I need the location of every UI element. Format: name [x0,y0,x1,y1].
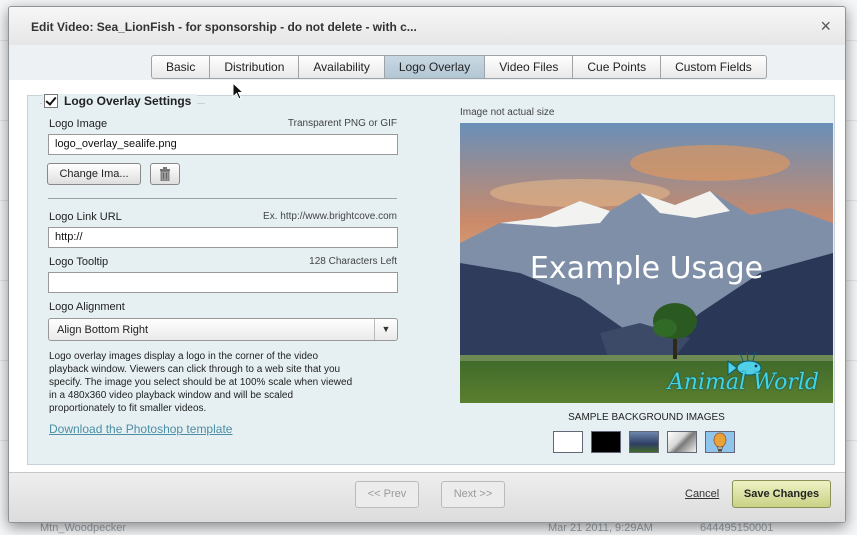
logo-image-label: Logo Image [49,118,108,130]
tab-availability[interactable]: Availability [298,55,385,79]
logo-alignment-value: Align Bottom Right [57,324,149,336]
animal-world-logo: Animal World [667,370,819,395]
dialog-footer: << Prev Next >> Cancel Save Changes [9,472,845,522]
logo-overlay-panel: Logo Overlay Settings Logo Image Transpa… [27,94,835,465]
preview-note: Image not actual size [460,107,555,118]
cancel-link[interactable]: Cancel [685,488,719,500]
logo-link-url-hint: Ex. http://www.brightcove.com [263,211,397,222]
hot-air-balloon-icon [713,432,727,452]
example-usage-preview: Example Usage Animal World [460,123,833,403]
dialog-titlebar: Edit Video: Sea_LionFish - for sponsorsh… [9,7,845,46]
legend-label: Logo Overlay Settings [64,94,192,108]
logo-link-url-field[interactable]: http:// [48,227,398,248]
close-icon[interactable]: × [820,16,831,37]
next-button[interactable]: Next >> [441,481,505,508]
chevron-down-icon[interactable]: ▼ [374,319,397,340]
fieldset-legend: Logo Overlay Settings [42,94,198,108]
bg-row-date: Mar 21 2011, 9:29AM [548,522,653,534]
tab-cue-points[interactable]: Cue Points [572,55,662,79]
sample-bg-balloon[interactable] [705,431,735,453]
logo-overlay-enabled-checkbox[interactable] [44,94,58,108]
example-usage-text: Example Usage [529,251,764,286]
tab-custom-fields[interactable]: Custom Fields [660,55,767,79]
section-divider [48,198,397,199]
mouse-pointer-icon [232,82,244,100]
sample-bg-sketch[interactable] [667,431,697,453]
trash-icon [160,167,170,182]
tab-video-files[interactable]: Video Files [484,55,574,79]
tab-list: Basic Distribution Availability Logo Ove… [151,55,767,79]
tab-bar: Basic Distribution Availability Logo Ove… [9,45,845,80]
sample-bg-black[interactable] [591,431,621,453]
dialog-title: Edit Video: Sea_LionFish - for sponsorsh… [31,20,417,34]
tab-distribution[interactable]: Distribution [209,55,300,79]
save-changes-button[interactable]: Save Changes [732,480,831,508]
bg-row-id: 644495150001 [700,522,774,534]
logo-tooltip-field[interactable] [48,272,398,293]
logo-tooltip-hint: 128 Characters Left [309,256,397,267]
logo-alignment-select[interactable]: Align Bottom Right ▼ [48,318,398,341]
logo-image-hint: Transparent PNG or GIF [287,118,397,129]
sample-bg-landscape[interactable] [629,431,659,453]
change-image-button[interactable]: Change Ima... [47,163,141,185]
download-photoshop-template-link[interactable]: Download the Photoshop template [49,422,232,436]
logo-overlay-description: Logo overlay images display a logo in th… [49,351,353,414]
sample-backgrounds-label: SAMPLE BACKGROUND IMAGES [568,412,725,423]
logo-image-field[interactable]: logo_overlay_sealife.png [48,134,398,155]
prev-button[interactable]: << Prev [355,481,419,508]
delete-image-button[interactable] [150,163,180,185]
edit-video-dialog: Edit Video: Sea_LionFish - for sponsorsh… [8,6,846,523]
logo-link-url-label: Logo Link URL [49,211,122,223]
logo-tooltip-label: Logo Tooltip [49,256,109,268]
logo-alignment-label: Logo Alignment [49,301,125,313]
tab-logo-overlay[interactable]: Logo Overlay [383,55,486,79]
tab-basic[interactable]: Basic [151,55,211,79]
sample-bg-white[interactable] [553,431,583,453]
bg-row-name: Mtn_Woodpecker [40,522,127,534]
